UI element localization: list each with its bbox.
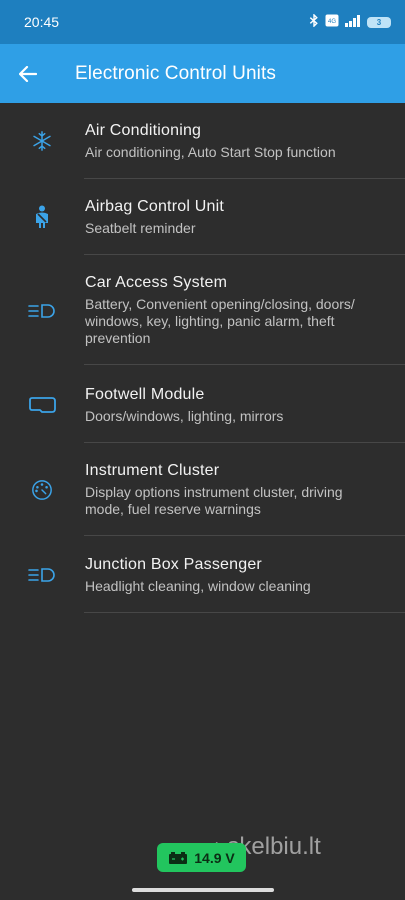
app-bar: Electronic Control Units (0, 44, 405, 103)
item-content: Instrument Cluster Display options instr… (84, 443, 405, 536)
item-description: Doors/windows, lighting, mirrors (85, 408, 284, 424)
signal-icon (345, 14, 361, 30)
item-name: Instrument Cluster (85, 462, 220, 479)
item-name: Footwell Module (85, 386, 205, 403)
list-item-instrument-cluster[interactable]: Instrument Cluster Display options instr… (0, 443, 405, 537)
car-battery-icon (169, 851, 188, 864)
bluetooth-icon (309, 13, 319, 30)
item-name: Junction Box Passenger (85, 556, 262, 573)
list-item-air-conditioning[interactable]: Air Conditioning Air conditioning, Auto … (0, 103, 405, 179)
item-content: Junction Box Passenger Headlight cleanin… (84, 537, 405, 613)
back-button[interactable] (0, 44, 56, 103)
item-description: Battery, Convenient opening/closing, doo… (85, 296, 355, 346)
item-name: Air Conditioning (85, 122, 202, 139)
list-item-car-access-system[interactable]: Car Access System Battery, Convenient op… (0, 255, 405, 367)
list-item-airbag-control-unit[interactable]: Airbag Control Unit Seatbelt reminder (0, 179, 405, 255)
mirror-icon (0, 367, 84, 443)
item-content: Airbag Control Unit Seatbelt reminder (84, 179, 405, 255)
gauge-icon (0, 443, 84, 537)
headlight-icon (0, 537, 84, 613)
item-description: Air conditioning, Auto Start Stop functi… (85, 144, 336, 160)
status-icons: 4G 3 (309, 13, 391, 30)
home-indicator[interactable] (132, 888, 274, 892)
headlight-icon (0, 255, 84, 367)
voltage-badge[interactable]: 14.9 V (157, 843, 246, 872)
battery-icon: 3 (367, 16, 391, 28)
item-description: Seatbelt reminder (85, 220, 196, 236)
item-content: Air Conditioning Air conditioning, Auto … (84, 103, 405, 179)
volte-icon: 4G (325, 14, 339, 30)
item-description: Display options instrument cluster, driv… (85, 484, 343, 517)
voltage-value: 14.9 V (194, 849, 235, 866)
arrow-left-icon (19, 65, 37, 82)
list-item-footwell-module[interactable]: Footwell Module Doors/windows, lighting,… (0, 367, 405, 443)
item-content: Car Access System Battery, Convenient op… (84, 255, 405, 365)
list-item-junction-box-passenger[interactable]: Junction Box Passenger Headlight cleanin… (0, 537, 405, 613)
status-bar: 20:45 4G 3 (0, 0, 405, 44)
item-content: Footwell Module Doors/windows, lighting,… (84, 367, 405, 443)
item-description: Headlight cleaning, window cleaning (85, 578, 311, 594)
status-time: 20:45 (24, 14, 60, 30)
seatbelt-icon (0, 179, 84, 255)
snowflake-icon (0, 103, 84, 179)
svg-text:4G: 4G (328, 19, 336, 25)
item-name: Airbag Control Unit (85, 198, 224, 215)
ecu-list: Air Conditioning Air conditioning, Auto … (0, 103, 405, 613)
page-title: Electronic Control Units (75, 62, 276, 84)
item-name: Car Access System (85, 274, 228, 291)
